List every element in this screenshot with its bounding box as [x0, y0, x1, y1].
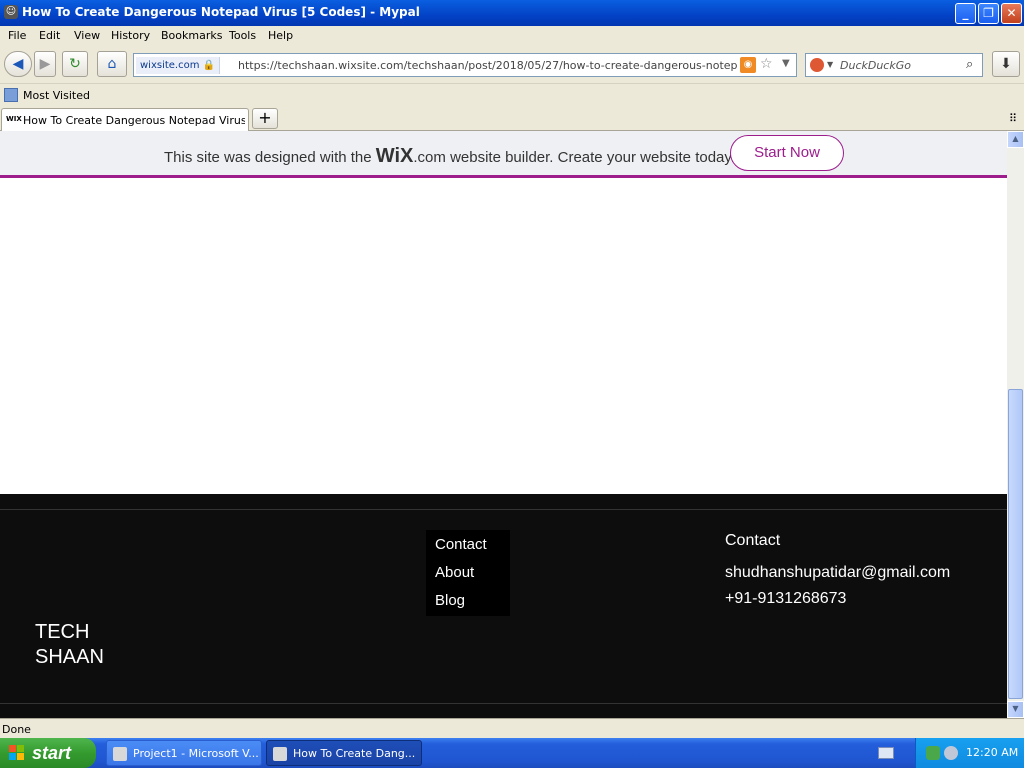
- tab-label: How To Create Dangerous Notepad Virus [5…: [23, 114, 245, 127]
- system-tray: 12:20 AM: [915, 738, 1024, 768]
- search-icon[interactable]: ⌕: [966, 57, 973, 72]
- home-icon[interactable]: ⌂: [97, 51, 127, 77]
- contact-email[interactable]: shudhanshupatidar@gmail.com: [725, 564, 950, 582]
- wix-banner-prefix: This site was designed with the: [164, 149, 372, 166]
- address-bar[interactable]: wixsite.com 🔒 https://techshaan.wixsite.…: [133, 53, 797, 77]
- scroll-up-icon[interactable]: ▲: [1007, 131, 1024, 148]
- footer-divider-top: [0, 509, 1007, 510]
- mypal-app-icon: [273, 747, 287, 761]
- site-footer: Contact About Blog TECH SHAAN Contact sh…: [0, 494, 1007, 718]
- tab-strip: WIX How To Create Dangerous Notepad Viru…: [0, 107, 1024, 131]
- wix-ad-banner: This site was designed with the WiX.com …: [0, 131, 1007, 178]
- taskbar: start Project1 - Microsoft V... How To C…: [0, 738, 1024, 768]
- menu-edit[interactable]: Edit: [39, 29, 60, 42]
- vertical-scrollbar[interactable]: ▲ ▼: [1007, 131, 1024, 718]
- most-visited-icon: [4, 88, 18, 102]
- search-bar[interactable]: ▼ DuckDuckGo ⌕: [805, 53, 983, 77]
- menu-bar: File Edit View History Bookmarks Tools H…: [0, 26, 1024, 46]
- window-title: How To Create Dangerous Notepad Virus [5…: [22, 5, 420, 19]
- start-button[interactable]: start: [0, 738, 96, 768]
- wix-banner-message: This site was designed with the WiX.com …: [164, 145, 735, 168]
- status-text: Done: [2, 723, 31, 736]
- windows-flag-icon: [9, 745, 24, 760]
- site-brand[interactable]: TECH SHAAN: [35, 620, 104, 670]
- menu-bookmarks[interactable]: Bookmarks: [161, 29, 222, 42]
- scroll-down-icon[interactable]: ▼: [1007, 701, 1024, 718]
- menu-tools[interactable]: Tools: [229, 29, 256, 42]
- url-text[interactable]: https://techshaan.wixsite.com/techshaan/…: [238, 59, 738, 72]
- keyboard-icon[interactable]: [878, 747, 894, 759]
- reload-icon[interactable]: ↻: [62, 51, 88, 77]
- restore-button[interactable]: ❐: [978, 3, 999, 24]
- bookmark-star-icon[interactable]: ☆: [760, 56, 773, 72]
- menu-view[interactable]: View: [74, 29, 100, 42]
- wix-banner-suffix: .com website builder. Create your websit…: [413, 149, 735, 166]
- wix-favicon-icon: WIX: [6, 115, 22, 123]
- taskbar-button-label: Project1 - Microsoft V...: [133, 747, 259, 760]
- window-title-bar[interactable]: ☺ How To Create Dangerous Notepad Virus …: [0, 0, 1024, 26]
- status-bar: Done: [0, 718, 1024, 738]
- network-icon[interactable]: [926, 746, 940, 760]
- brand-line-1: TECH: [35, 621, 90, 643]
- footer-nav: Contact About Blog: [426, 530, 510, 616]
- footer-nav-blog[interactable]: Blog: [435, 592, 465, 609]
- wix-logo: WiX: [375, 145, 414, 167]
- contact-heading: Contact: [725, 532, 781, 549]
- vb-app-icon: [113, 747, 127, 761]
- taskbar-button-project1[interactable]: Project1 - Microsoft V...: [106, 740, 262, 766]
- menu-help[interactable]: Help: [268, 29, 293, 42]
- contact-phone[interactable]: +91-9131268673: [725, 590, 846, 608]
- taskbar-button-browser[interactable]: How To Create Dang...: [266, 740, 422, 766]
- tab-active[interactable]: WIX How To Create Dangerous Notepad Viru…: [1, 108, 249, 131]
- minimize-button[interactable]: _: [955, 3, 976, 24]
- start-now-button[interactable]: Start Now: [730, 135, 844, 171]
- rss-icon[interactable]: ◉: [740, 57, 756, 73]
- bookmarks-toolbar: Most Visited: [0, 85, 1024, 107]
- footer-nav-contact[interactable]: Contact: [435, 536, 487, 553]
- forward-icon[interactable]: ▶: [34, 51, 56, 77]
- start-label: start: [32, 743, 72, 763]
- navigation-toolbar: ◀ ▶ ↻ ⌂ wixsite.com 🔒 https://techshaan.…: [0, 46, 1024, 84]
- url-dropdown-icon[interactable]: ▼: [782, 58, 790, 69]
- footer-divider-bottom: [0, 703, 1007, 704]
- duckduckgo-icon[interactable]: [810, 58, 824, 72]
- back-icon[interactable]: ◀: [4, 51, 32, 77]
- close-button[interactable]: ✕: [1001, 3, 1022, 24]
- menu-file[interactable]: File: [8, 29, 26, 42]
- page-viewport: This site was designed with the WiX.com …: [0, 131, 1007, 718]
- search-input[interactable]: DuckDuckGo: [840, 59, 911, 72]
- site-identity-badge[interactable]: wixsite.com 🔒: [136, 57, 221, 74]
- volume-icon[interactable]: [944, 746, 958, 760]
- menu-history[interactable]: History: [111, 29, 150, 42]
- search-engine-dropdown-icon[interactable]: ▼: [827, 60, 833, 69]
- app-icon: ☺: [4, 5, 18, 19]
- taskbar-button-label: How To Create Dang...: [293, 747, 416, 760]
- tab-list-icon[interactable]: ⠿: [1009, 112, 1017, 125]
- footer-nav-about[interactable]: About: [435, 564, 474, 581]
- most-visited-bookmark[interactable]: Most Visited: [23, 89, 90, 102]
- downloads-icon[interactable]: ⬇: [992, 51, 1020, 77]
- brand-line-2: SHAAN: [35, 646, 104, 668]
- new-tab-button[interactable]: +: [252, 108, 278, 129]
- site-badge-text: wixsite.com: [140, 60, 200, 71]
- clock[interactable]: 12:20 AM: [966, 746, 1018, 759]
- lock-icon: 🔒: [202, 60, 216, 71]
- scrollbar-thumb[interactable]: [1008, 389, 1023, 699]
